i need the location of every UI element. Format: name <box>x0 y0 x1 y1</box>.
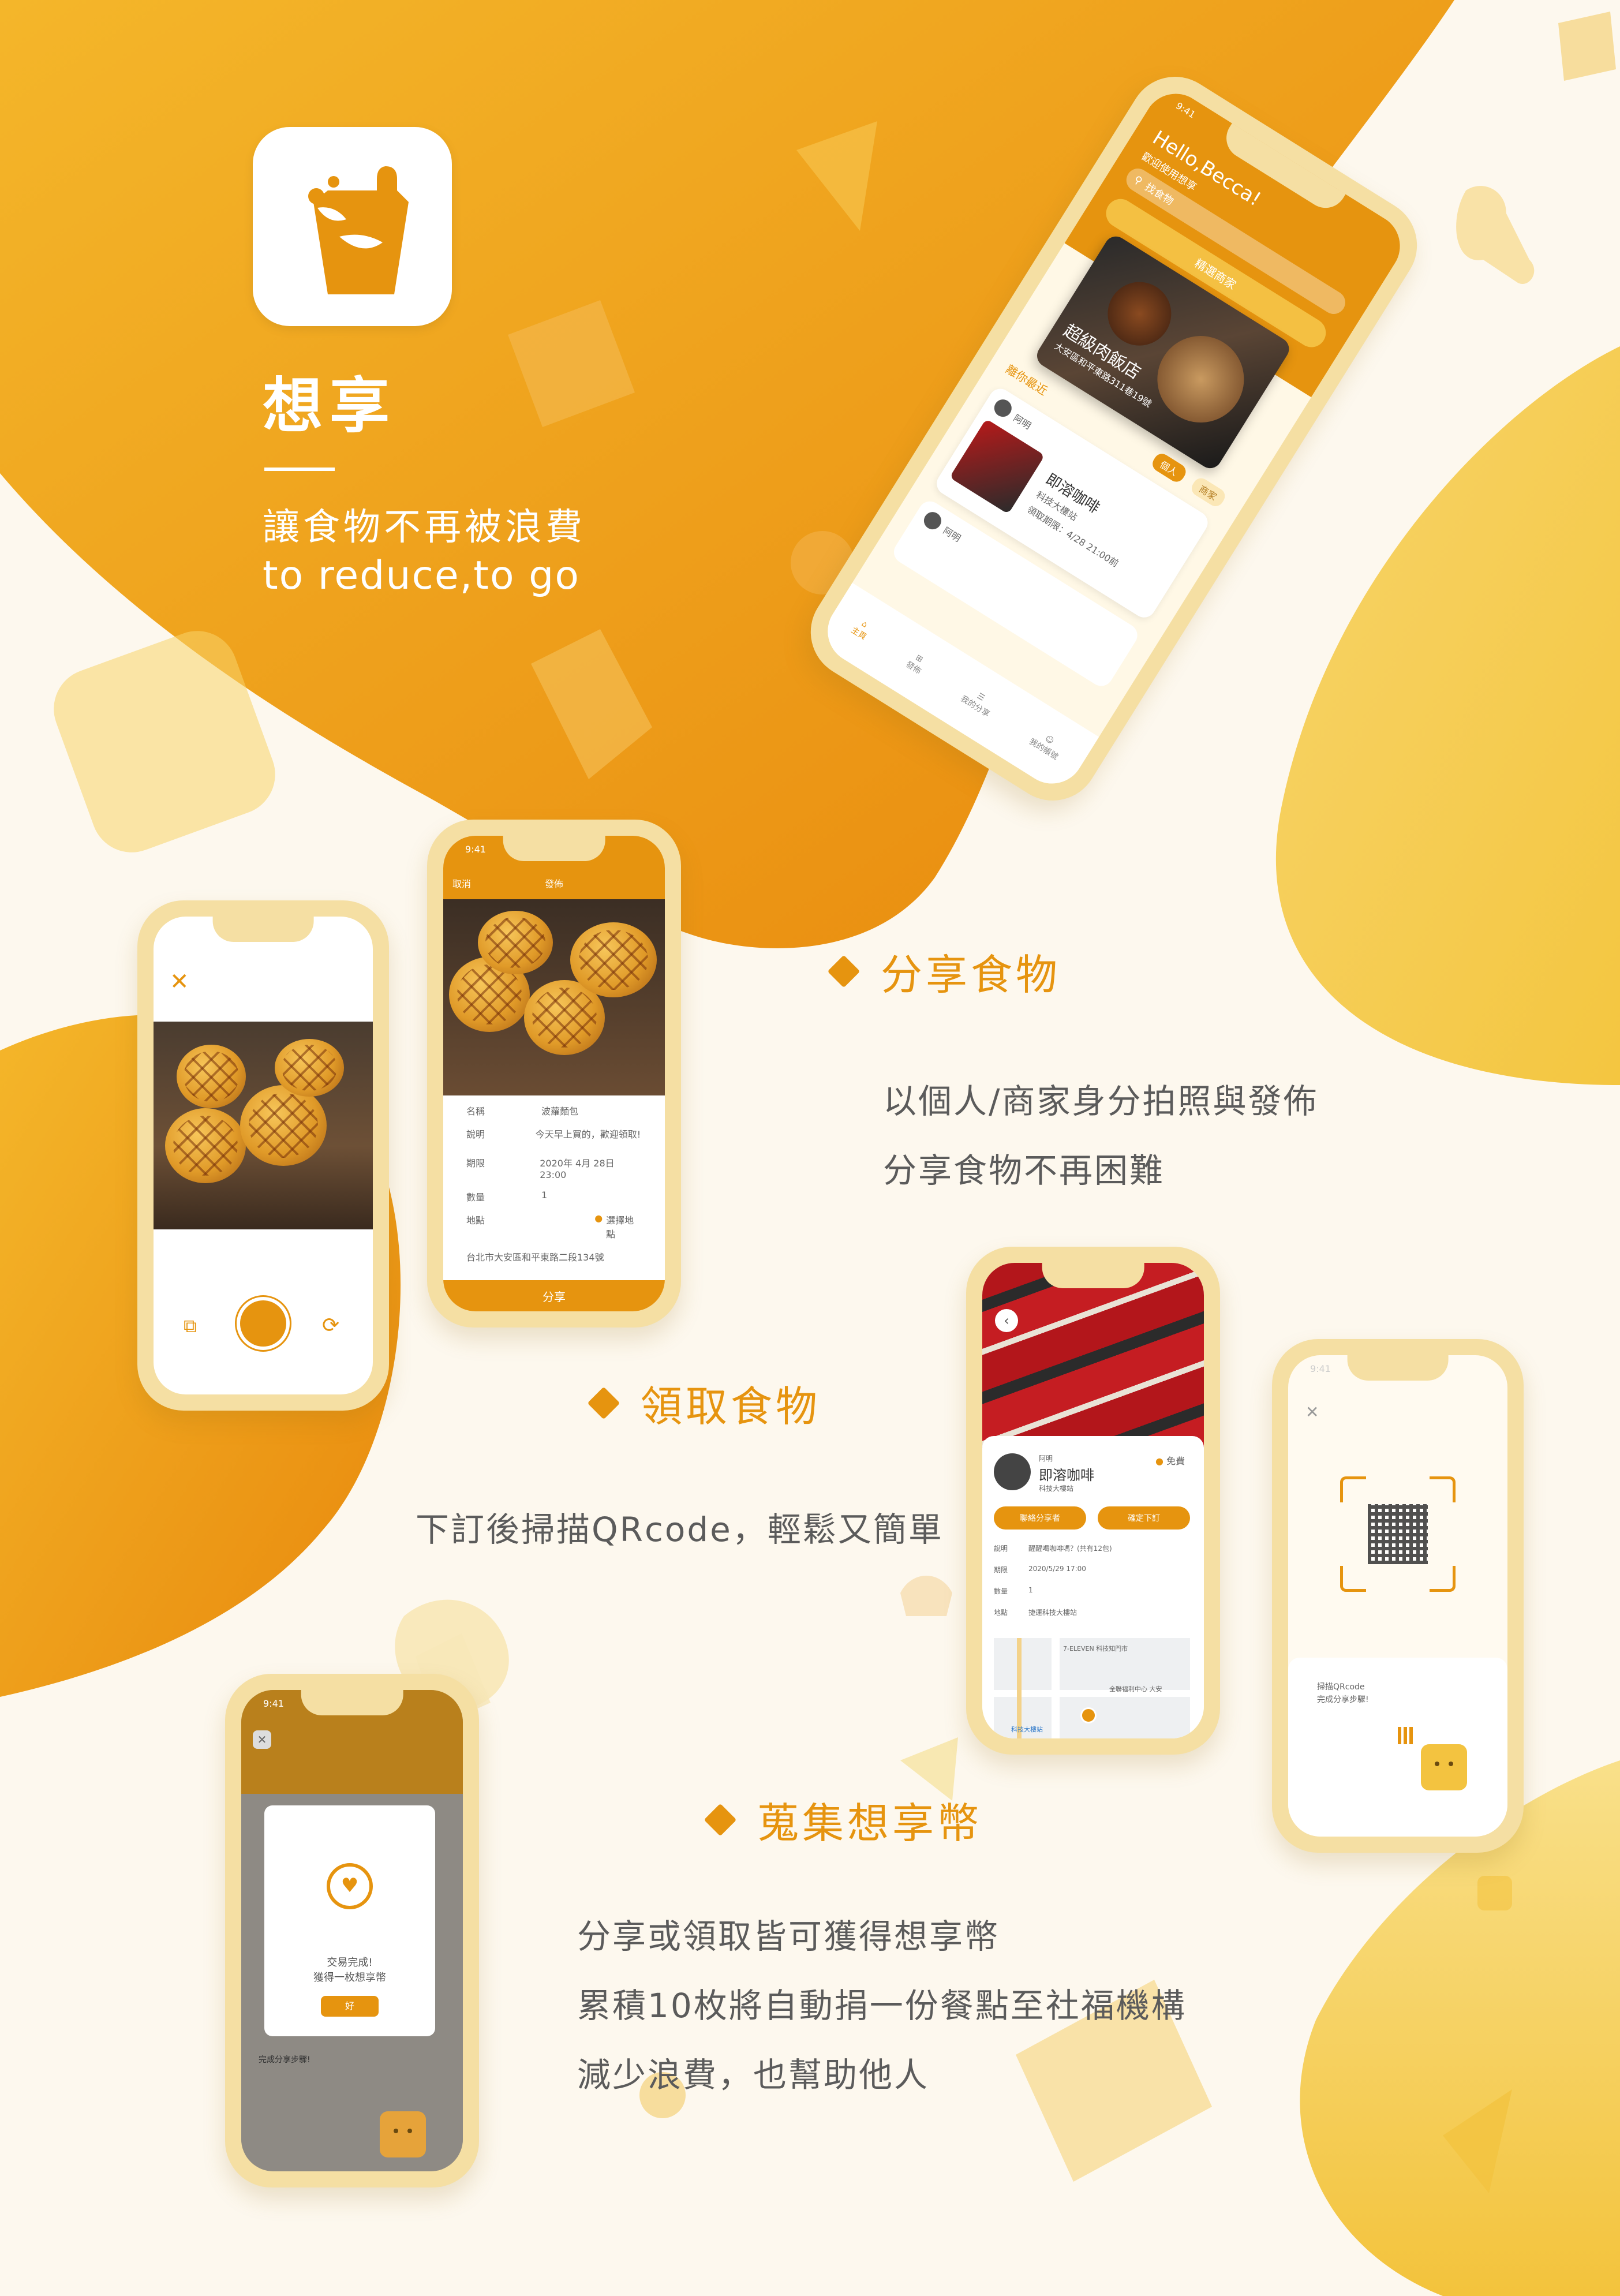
share-button[interactable]: 分享 <box>443 1280 665 1311</box>
detail-rows: 說明 醒醒喝咖啡嗎？(共有12包) 期限 2020/5/29 17:00 數量 1 地… <box>994 1545 1112 1617</box>
brand-slogan: 讓食物不再被浪費 <box>263 506 586 549</box>
close-icon[interactable]: ✕ <box>1305 1403 1319 1422</box>
deadline-field[interactable]: 2020年 4月 28日 23:00 <box>540 1156 642 1180</box>
phone-detail: ‹ 阿明 即溶咖啡 科技大樓站 ● 免費 聯絡分享者 確定下訂 說明 醒醒喝咖啡嗎… <box>966 1247 1220 1755</box>
heart-coin-icon: ♥ <box>327 1863 373 1909</box>
ok-button[interactable]: 好 <box>321 1996 379 2017</box>
qr-mini-icon <box>1398 1727 1415 1744</box>
qr-scanner-frame <box>1340 1476 1456 1592</box>
map-view[interactable]: 7-ELEVEN 科技知門市 全聯福利中心 大安 科技大樓站 <box>994 1638 1190 1738</box>
feature-claim-text: 下訂後掃描QRcode，輕鬆又簡單 <box>416 1510 944 1549</box>
feature-share-title: 分享食物 <box>827 941 1061 1001</box>
confirm-order-button[interactable]: 確定下訂 <box>1098 1506 1190 1530</box>
diamond-icon <box>827 955 860 988</box>
item-info-panel: 阿明 即溶咖啡 科技大樓站 ● 免費 聯絡分享者 確定下訂 說明 醒醒喝咖啡嗎？(… <box>982 1436 1204 1738</box>
nav-publish[interactable]: ⊞ 發佈 <box>904 650 929 676</box>
form-row: 地點 ● 選擇地點 <box>443 1208 665 1245</box>
map-pin-icon <box>1080 1707 1097 1723</box>
phone-publish: 9:41 取消 發佈 名稱 波蘿麵包 說明 今天早上買的，歡迎領取! 期限 2020年… <box>427 820 681 1328</box>
description-field[interactable]: 今天早上買的，歡迎領取! <box>536 1127 642 1140</box>
photo-preview <box>443 899 665 1095</box>
feature-coins-text: 分享或領取皆可獲得想享幣 累積10枚將自動捐一份餐點至社福機構 減少浪費，也幫助… <box>577 1917 1187 2095</box>
phone-success: 9:41 ✕ ♥ 交易完成! 獲得一枚想享幣 好 完成分享步驟! <box>225 1674 479 2187</box>
phone-qr: 9:41 ✕ 掃描QRcode 完成分享步驟! <box>1272 1339 1524 1853</box>
grocery-bag-icon <box>308 166 409 294</box>
app-logo <box>253 127 452 326</box>
quantity-field[interactable]: 1 <box>541 1190 547 1203</box>
camera-screen: ✕ ⧉ ⟳ <box>154 917 373 1394</box>
form-row: 名稱 波蘿麵包 <box>443 1095 665 1122</box>
address-text: 台北市大安區和平東路二段134號 <box>466 1252 604 1263</box>
brand-name: 想享 <box>263 371 397 441</box>
shutter-button[interactable] <box>240 1300 286 1347</box>
qr-info-panel: 掃描QRcode 完成分享步驟! <box>1288 1658 1507 1837</box>
qr-screen: 9:41 ✕ 掃描QRcode 完成分享步驟! <box>1288 1355 1507 1837</box>
success-dialog: ♥ 交易完成! 獲得一枚想享幣 好 <box>264 1805 435 2036</box>
photo-preview <box>154 1022 373 1229</box>
form-row: 數量 1 <box>466 1190 548 1203</box>
feature-claim-title: 領取食物 <box>587 1373 821 1433</box>
search-icon: ⚲ <box>1132 173 1145 188</box>
diamond-icon <box>704 1803 737 1836</box>
avatar <box>991 396 1015 420</box>
poster: { "brand": { "name": "想享", "slogan": "讓食… <box>0 0 1620 2296</box>
avatar <box>994 1453 1031 1490</box>
mascot-toast-icon <box>380 2111 426 2157</box>
back-button[interactable]: ‹ <box>995 1309 1018 1332</box>
brand-slogan-en: to reduce,to go <box>263 553 580 599</box>
item-photo <box>982 1263 1204 1448</box>
mascot-toast-icon <box>1421 1744 1467 1790</box>
price-badge: ● 免費 <box>1155 1456 1185 1467</box>
coin-icon: ● <box>1155 1456 1163 1467</box>
contact-sharer-button[interactable]: 聯絡分享者 <box>994 1506 1086 1530</box>
diamond-icon <box>587 1386 620 1419</box>
form-row: 說明 今天早上買的，歡迎領取! <box>443 1122 665 1145</box>
filter-store-tab[interactable]: 商家 <box>1188 475 1228 510</box>
qr-code <box>1368 1504 1428 1564</box>
gallery-icon[interactable]: ⧉ <box>184 1315 197 1337</box>
nav-account[interactable]: ☺ 我的帳號 <box>1027 728 1066 762</box>
feature-share-text: 以個人/商家身分拍照與發佈 分享食物不再困難 <box>883 1082 1319 1190</box>
close-icon[interactable]: ✕ <box>253 1730 271 1749</box>
location-pin-icon: ● <box>594 1213 603 1224</box>
name-field[interactable]: 波蘿麵包 <box>541 1104 578 1117</box>
success-screen: 9:41 ✕ ♥ 交易完成! 獲得一枚想享幣 好 完成分享步驟! <box>241 1690 463 2171</box>
nav-home[interactable]: ⌂ 主頁 <box>849 616 874 642</box>
close-icon[interactable]: ✕ <box>170 968 189 995</box>
brand-divider <box>264 468 335 471</box>
avatar <box>921 508 945 533</box>
phone-camera: ✕ ⧉ ⟳ <box>137 900 389 1411</box>
food-image <box>949 418 1045 514</box>
filter-personal-tab[interactable]: 個人 <box>1149 450 1189 485</box>
footer-text: 完成分享步驟! <box>259 2055 310 2065</box>
publish-screen: 9:41 取消 發佈 名稱 波蘿麵包 說明 今天早上買的，歡迎領取! 期限 2020年… <box>443 836 665 1311</box>
form-row: 期限 2020年 4月 28日 23:00 <box>443 1145 665 1185</box>
nav-my-shares[interactable]: ☰ 我的分享 <box>959 685 997 719</box>
feature-coins-title: 蒐集想享幣 <box>704 1789 982 1850</box>
choose-location-link[interactable]: 選擇地點 <box>606 1213 642 1240</box>
item-title: 即溶咖啡 <box>1039 1467 1094 1483</box>
switch-camera-icon[interactable]: ⟳ <box>322 1314 339 1337</box>
page-title: 發佈 <box>544 878 563 889</box>
publish-form: 名稱 波蘿麵包 說明 今天早上買的，歡迎領取! 期限 2020年 4月 28日 23:… <box>443 1095 665 1268</box>
detail-screen: ‹ 阿明 即溶咖啡 科技大樓站 ● 免費 聯絡分享者 確定下訂 說明 醒醒喝咖啡嗎… <box>982 1263 1204 1738</box>
